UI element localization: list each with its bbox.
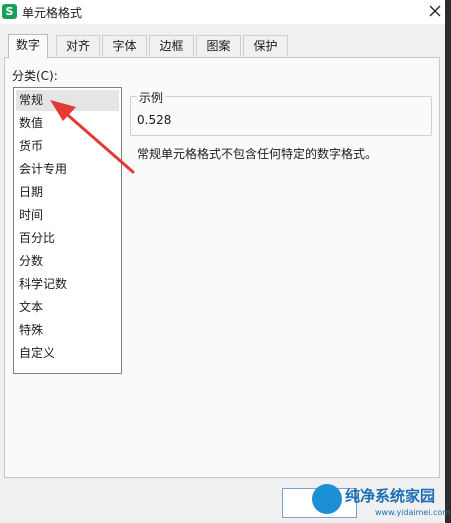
sample-label: 示例 <box>137 89 166 106</box>
watermark-logo-icon <box>312 484 342 514</box>
tab-number[interactable]: 数字 <box>8 34 48 58</box>
watermark-url: www.yidaimei.com <box>375 508 451 517</box>
annotation-arrow-icon <box>50 100 135 174</box>
sample-value: 0.528 <box>137 113 172 127</box>
watermark-text: 纯净系统家园 <box>345 487 436 505</box>
watermark: 纯净系统家园 www.yidaimei.com <box>312 481 451 523</box>
window-edge <box>445 0 451 523</box>
